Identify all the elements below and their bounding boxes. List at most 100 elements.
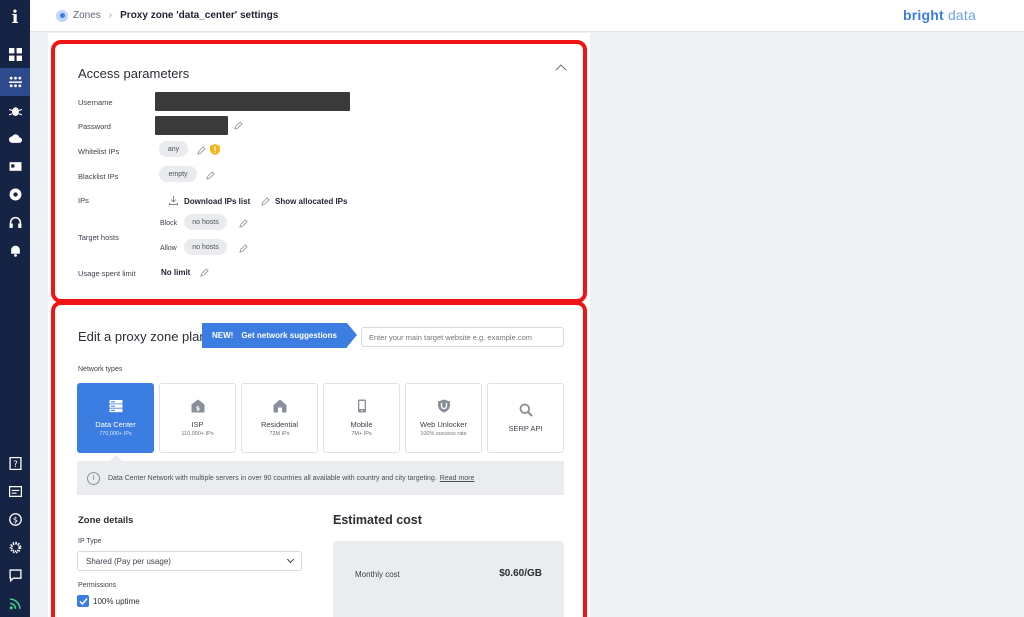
browser-icon[interactable] (0, 180, 30, 208)
svg-text:$: $ (12, 514, 17, 524)
read-more-link[interactable]: Read more (440, 475, 475, 482)
edit-password-pencil-icon[interactable] (234, 121, 243, 130)
sidebar-top-nav (0, 40, 30, 264)
network-type-sub: 72M IPs (269, 431, 290, 437)
edit-block-hosts-pencil-icon[interactable] (239, 219, 248, 228)
whitelist-label: Whitelist IPs (78, 147, 120, 156)
info-icon: i (87, 471, 100, 485)
whitelist-value: any (159, 141, 188, 157)
ip-type-value: Shared (Pay per usage) (86, 556, 171, 566)
collapse-chevron-icon[interactable] (555, 64, 567, 76)
svg-text:?: ? (13, 459, 18, 469)
checkmark-icon (78, 597, 88, 605)
breadcrumb-current: Proxy zone 'data_center' settings (120, 10, 279, 21)
permissions-label: Permissions (78, 582, 117, 589)
rss-icon[interactable] (0, 589, 30, 617)
isp-home-icon: $ (191, 399, 204, 413)
warning-shield-icon[interactable] (210, 144, 220, 155)
download-icon[interactable] (169, 196, 178, 205)
network-type-isp[interactable]: $ ISP 110,000+ IPs (159, 383, 236, 453)
main-panel: Access parameters Username Password Whit… (48, 33, 590, 617)
monthly-cost-label: Monthly cost (355, 570, 400, 579)
block-label: Block (160, 220, 178, 227)
breadcrumb-zones-link[interactable]: Zones (73, 10, 101, 21)
network-type-name: SERP API (508, 424, 543, 433)
plan-title: Edit a proxy zone plan (78, 329, 207, 344)
edit-usage-limit-pencil-icon[interactable] (200, 268, 209, 277)
top-header: Zones › Proxy zone 'data_center' setting… (30, 0, 1024, 32)
allow-hosts-value: no hosts (184, 239, 227, 255)
show-allocated-ips-link[interactable]: Show allocated IPs (275, 197, 347, 206)
breadcrumb: Zones › Proxy zone 'data_center' setting… (56, 9, 279, 22)
network-type-data-center[interactable]: Data Center 770,000+ IPs (77, 383, 154, 453)
network-info-box: i Data Center Network with multiple serv… (77, 461, 564, 495)
uptime-checkbox-row[interactable]: 100% uptime (77, 595, 140, 607)
sidebar: i ? $ (0, 0, 30, 617)
location-pin-icon (56, 9, 68, 22)
settings-gear-icon[interactable] (0, 533, 30, 561)
network-type-sub: 110,000+ IPs (181, 431, 214, 437)
network-types-label: Network types (78, 366, 123, 373)
edit-allow-hosts-pencil-icon[interactable] (239, 244, 248, 253)
id-card-icon[interactable] (0, 152, 30, 180)
network-types-list: Data Center 770,000+ IPs $ ISP 110,000+ … (77, 383, 564, 453)
password-value-masked (155, 116, 228, 135)
usage-limit-value: No limit (161, 268, 191, 277)
ips-label: IPs (78, 196, 89, 205)
username-value-masked (155, 92, 350, 111)
network-type-residential[interactable]: Residential 72M IPs (241, 383, 318, 453)
cloud-icon[interactable] (0, 124, 30, 152)
network-type-sub: 100% success rate (420, 431, 467, 437)
dollar-icon[interactable]: $ (0, 505, 30, 533)
username-label: Username (78, 98, 113, 107)
mobile-icon (357, 399, 366, 413)
estimated-cost-box: Monthly cost $0.60/GB (333, 541, 564, 617)
network-type-name: Data Center (95, 420, 136, 429)
estimated-cost-title: Estimated cost (333, 513, 422, 527)
server-icon (109, 400, 122, 413)
blacklist-value: empty (159, 166, 197, 182)
billing-card-icon[interactable] (0, 477, 30, 505)
zone-details-title: Zone details (78, 515, 134, 526)
show-ips-pencil-icon[interactable] (261, 197, 270, 206)
blacklist-label: Blacklist IPs (78, 172, 119, 181)
new-tag: NEW! (212, 331, 234, 340)
network-type-name: Web Unlocker (420, 420, 467, 429)
svg-text:$: $ (195, 406, 199, 413)
search-icon (519, 403, 533, 417)
edit-blacklist-pencil-icon[interactable] (206, 171, 215, 180)
monthly-cost-value: $0.60/GB (499, 568, 542, 579)
chevron-down-icon (286, 555, 295, 564)
network-icon[interactable] (0, 68, 30, 96)
network-type-name: Mobile (350, 420, 373, 429)
residential-home-icon (273, 399, 286, 413)
bell-icon[interactable] (0, 236, 30, 264)
chat-icon[interactable] (0, 561, 30, 589)
allow-label: Allow (160, 245, 177, 252)
network-type-web-unlocker[interactable]: Web Unlocker 100% success rate (405, 383, 482, 453)
uptime-label: 100% uptime (93, 596, 140, 606)
uptime-checkbox[interactable] (77, 595, 89, 607)
access-parameters-card: Access parameters Username Password Whit… (51, 40, 587, 303)
download-ips-link[interactable]: Download IPs list (184, 197, 250, 206)
target-website-input[interactable] (361, 327, 564, 347)
dashboard-icon[interactable] (0, 40, 30, 68)
headset-icon[interactable] (0, 208, 30, 236)
ip-type-label: IP Type (78, 538, 102, 545)
network-type-serp-api[interactable]: SERP API (487, 383, 564, 453)
ip-type-select[interactable]: Shared (Pay per usage) (77, 551, 302, 571)
app-logo[interactable]: i (0, 0, 30, 34)
edit-whitelist-pencil-icon[interactable] (197, 146, 206, 155)
section-title: Access parameters (78, 66, 190, 81)
password-label: Password (78, 122, 111, 131)
usage-limit-label: Usage spent limit (78, 269, 136, 278)
brand-logo-bold: bright (903, 7, 944, 23)
get-network-suggestions-button[interactable]: NEW! Get network suggestions (202, 323, 357, 348)
network-type-mobile[interactable]: Mobile 7M+ IPs (323, 383, 400, 453)
bug-icon[interactable] (0, 96, 30, 124)
brand-logo[interactable]: bright data (903, 7, 976, 23)
unlock-shield-icon (437, 399, 450, 413)
network-info-text: Data Center Network with multiple server… (108, 474, 437, 482)
target-hosts-label: Target hosts (78, 233, 119, 242)
help-book-icon[interactable]: ? (0, 449, 30, 477)
